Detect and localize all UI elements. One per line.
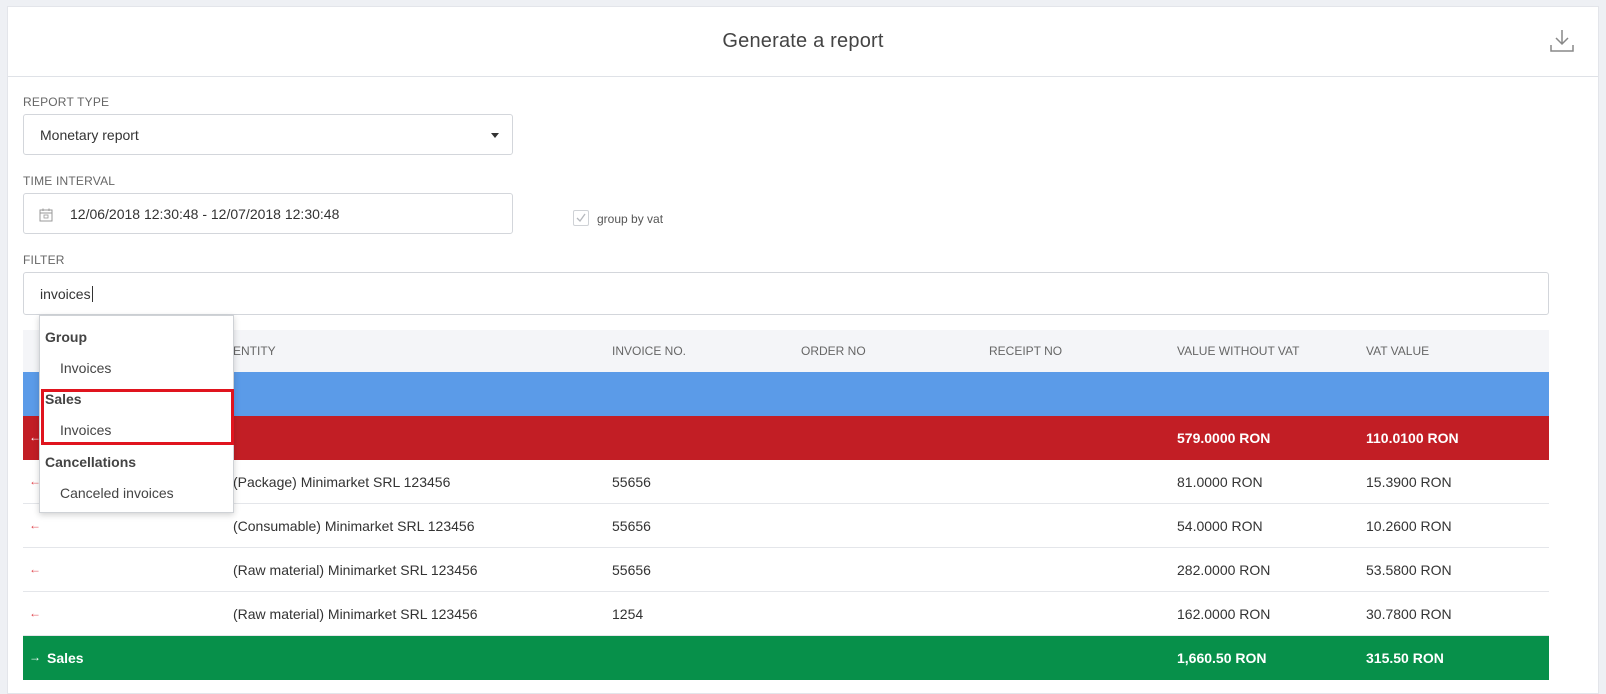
page-title: Generate a report xyxy=(722,30,884,52)
arrow-right-icon[interactable]: → xyxy=(29,650,41,664)
col-order-no[interactable]: ORDER NO xyxy=(801,344,866,358)
arrow-left-icon[interactable]: ← xyxy=(29,562,41,576)
report-type-select[interactable]: Monetary report xyxy=(23,114,513,155)
time-interval-label: TIME INTERVAL xyxy=(23,174,116,188)
entity-cell: (Consumable) Minimarket SRL 123456 xyxy=(233,518,475,534)
dropdown-item-sales-invoices[interactable]: Invoices xyxy=(60,422,111,438)
dropdown-group-label: Cancellations xyxy=(45,454,137,470)
entity-cell: (Package) Minimarket SRL 123456 xyxy=(233,474,451,490)
table-row[interactable]: ← (Raw material) Minimarket SRL 123456 1… xyxy=(23,592,1549,636)
group-row[interactable] xyxy=(23,372,1549,416)
filter-input[interactable]: invoices xyxy=(23,272,1549,315)
calendar-icon xyxy=(39,208,53,222)
dropdown-group-label: Group xyxy=(45,329,87,345)
filter-label: FILTER xyxy=(23,253,65,267)
arrow-left-icon[interactable]: ← xyxy=(29,518,41,532)
invoice-no-cell: 55656 xyxy=(612,562,651,578)
report-type-value: Monetary report xyxy=(40,127,139,143)
value-without-vat-cell: 162.0000 RON xyxy=(1177,606,1271,622)
value-without-vat-cell: 81.0000 RON xyxy=(1177,474,1263,490)
report-panel: Generate a report REPORT TYPE Monetary r… xyxy=(7,6,1599,694)
total-value-without-vat: 579.0000 RON xyxy=(1177,430,1271,446)
table-row[interactable]: ← (Raw material) Minimarket SRL 123456 5… xyxy=(23,548,1549,592)
arrow-left-icon[interactable]: ← xyxy=(29,606,41,620)
report-type-label: REPORT TYPE xyxy=(23,95,110,109)
sales-value-without-vat: 1,660.50 RON xyxy=(1177,650,1267,666)
invoice-no-cell: 55656 xyxy=(612,518,651,534)
sales-row[interactable]: → Sales 1,660.50 RON 315.50 RON xyxy=(23,636,1549,680)
table-header: ENTITY INVOICE NO. ORDER NO RECEIPT NO V… xyxy=(23,330,1549,372)
col-vat-value[interactable]: VAT VALUE xyxy=(1366,344,1429,358)
entity-cell: (Raw material) Minimarket SRL 123456 xyxy=(233,606,478,622)
group-by-vat-checkbox[interactable] xyxy=(573,210,589,226)
table-row[interactable]: ← (Package) Minimarket SRL 123456 55656 … xyxy=(23,460,1549,504)
chevron-down-icon xyxy=(491,133,499,138)
text-cursor xyxy=(91,286,93,302)
sales-vat-value: 315.50 RON xyxy=(1366,650,1444,666)
download-icon[interactable] xyxy=(1548,27,1576,55)
dropdown-group-label: Sales xyxy=(45,391,82,407)
sales-label: Sales xyxy=(47,650,84,666)
time-interval-input[interactable]: 12/06/2018 12:30:48 - 12/07/2018 12:30:4… xyxy=(23,193,513,234)
panel-header: Generate a report xyxy=(8,7,1598,77)
value-without-vat-cell: 54.0000 RON xyxy=(1177,518,1263,534)
report-table: ENTITY INVOICE NO. ORDER NO RECEIPT NO V… xyxy=(23,330,1549,680)
filter-value: invoices xyxy=(40,286,91,302)
dropdown-item-canceled-invoices[interactable]: Canceled invoices xyxy=(60,485,174,501)
col-value-without-vat[interactable]: VALUE WITHOUT VAT xyxy=(1177,344,1299,358)
total-row[interactable]: ← 579.0000 RON 110.0100 RON xyxy=(23,416,1549,460)
vat-value-cell: 15.3900 RON xyxy=(1366,474,1452,490)
invoice-no-cell: 55656 xyxy=(612,474,651,490)
col-receipt-no[interactable]: RECEIPT NO xyxy=(989,344,1062,358)
time-interval-value: 12/06/2018 12:30:48 - 12/07/2018 12:30:4… xyxy=(70,206,340,222)
value-without-vat-cell: 282.0000 RON xyxy=(1177,562,1271,578)
filter-suggestions-dropdown: Group Invoices Sales Invoices Cancellati… xyxy=(39,315,234,513)
col-invoice-no[interactable]: INVOICE NO. xyxy=(612,344,686,358)
col-entity[interactable]: ENTITY xyxy=(233,344,276,358)
group-by-vat-label: group by vat xyxy=(597,212,664,226)
check-icon xyxy=(576,213,586,223)
vat-value-cell: 10.2600 RON xyxy=(1366,518,1452,534)
entity-cell: (Raw material) Minimarket SRL 123456 xyxy=(233,562,478,578)
invoice-no-cell: 1254 xyxy=(612,606,644,622)
dropdown-item-group-invoices[interactable]: Invoices xyxy=(60,360,111,376)
vat-value-cell: 53.5800 RON xyxy=(1366,562,1452,578)
table-row[interactable]: ← (Consumable) Minimarket SRL 123456 556… xyxy=(23,504,1549,548)
vat-value-cell: 30.7800 RON xyxy=(1366,606,1452,622)
total-vat-value: 110.0100 RON xyxy=(1366,430,1459,446)
